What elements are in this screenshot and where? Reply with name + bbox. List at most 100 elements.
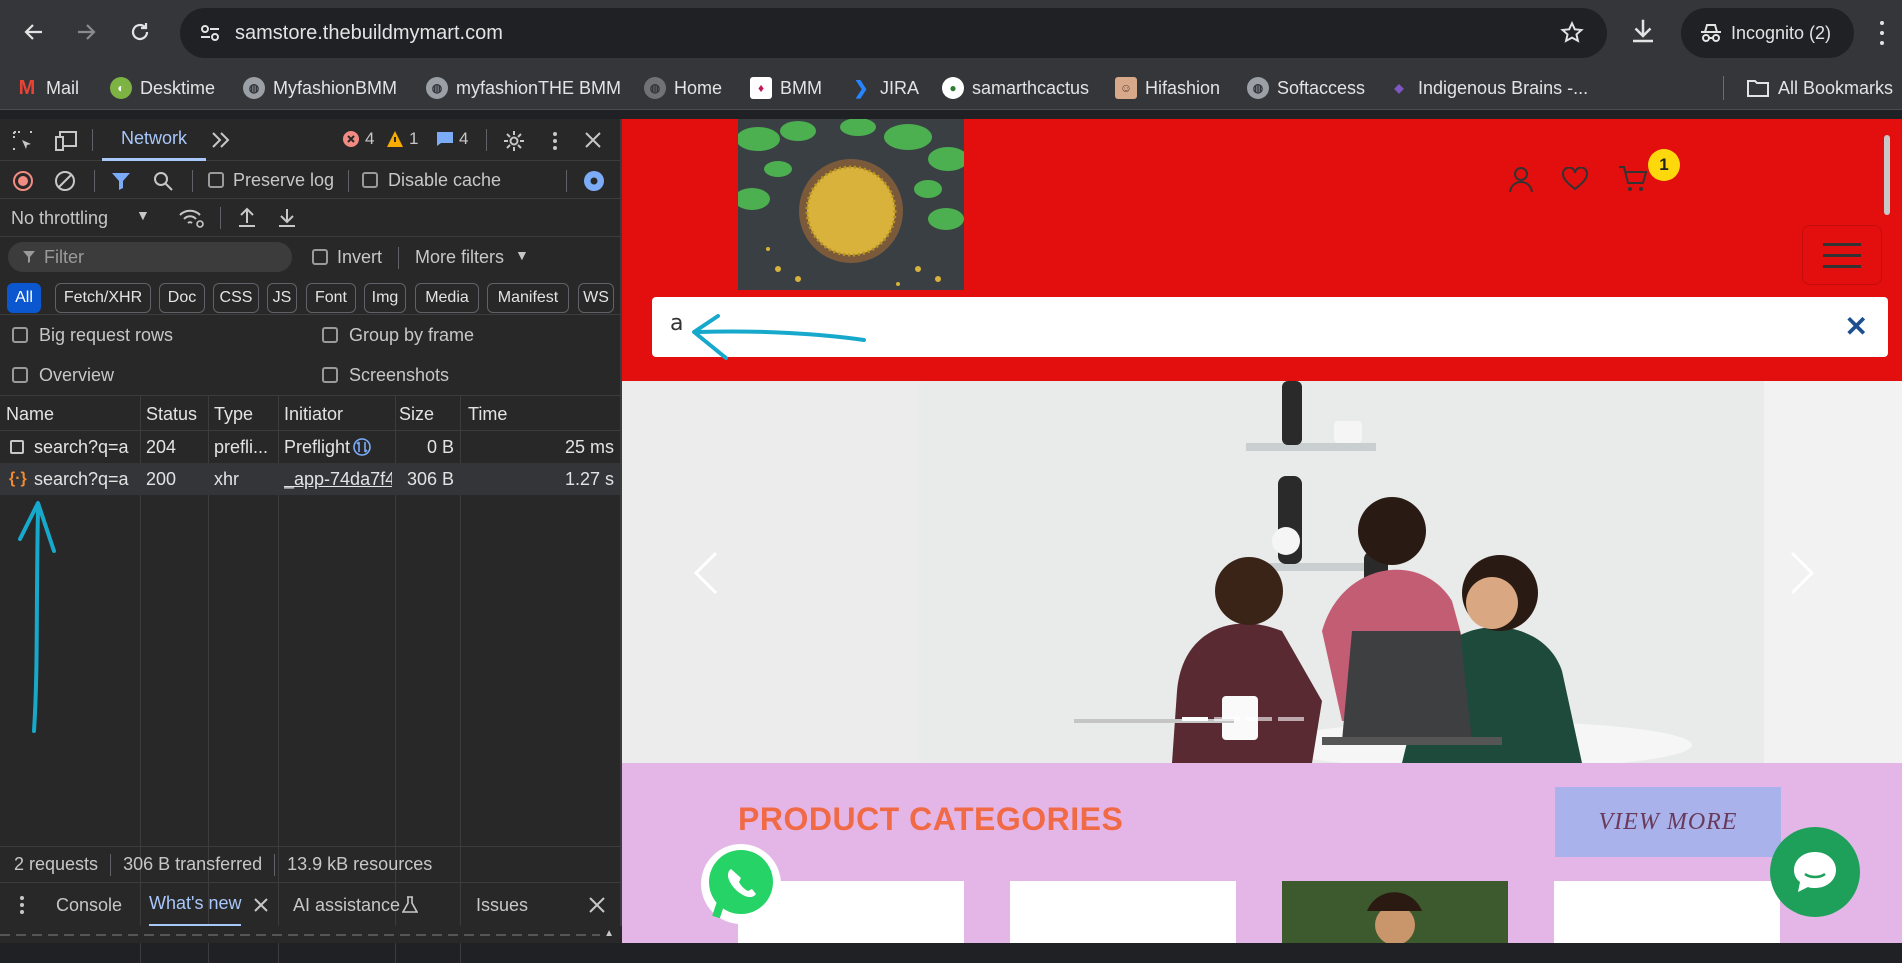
- carousel-dot[interactable]: [1214, 717, 1240, 721]
- whatsapp-float-icon[interactable]: [698, 841, 784, 927]
- clear-search-close-icon[interactable]: ✕: [1845, 310, 1868, 343]
- table-row[interactable]: {·} search?q=a 200 xhr _app-74da7f4 306 …: [0, 463, 620, 495]
- chip-css[interactable]: CSS: [213, 283, 259, 313]
- bookmark-myfashionthebmm[interactable]: ◍ myfashionTHE BMM: [426, 76, 621, 100]
- tab-network[interactable]: Network: [102, 119, 206, 161]
- throttling-select[interactable]: No throttling: [11, 208, 108, 229]
- chip-js[interactable]: JS: [267, 283, 297, 313]
- more-filters-button[interactable]: More filters: [415, 247, 504, 268]
- warnings-badge[interactable]: 1: [386, 129, 418, 149]
- preflight-link-icon[interactable]: [352, 431, 372, 463]
- address-bar[interactable]: samstore.thebuildmymart.com: [180, 8, 1607, 58]
- filter-funnel-icon[interactable]: [110, 170, 132, 192]
- drawer-tab-console[interactable]: Console: [56, 883, 122, 927]
- column-name[interactable]: Name: [0, 396, 54, 432]
- group-by-frame-checkbox[interactable]: [322, 327, 338, 343]
- chip-ws[interactable]: WS: [578, 283, 614, 313]
- export-har-download-icon[interactable]: [276, 207, 298, 229]
- column-initiator[interactable]: Initiator: [278, 396, 343, 432]
- column-status[interactable]: Status: [140, 396, 197, 432]
- screenshots-checkbox[interactable]: [322, 367, 338, 383]
- record-stop-icon[interactable]: [12, 170, 34, 192]
- devtools-menu-button[interactable]: [552, 132, 558, 150]
- preserve-log-checkbox[interactable]: [208, 172, 224, 188]
- request-initiator-link[interactable]: _app-74da7f4: [284, 463, 392, 495]
- chip-manifest[interactable]: Manifest: [487, 283, 569, 313]
- network-conditions-wifi-icon[interactable]: [178, 207, 204, 229]
- filter-input[interactable]: Filter: [8, 242, 292, 272]
- live-chat-button[interactable]: [1770, 827, 1860, 917]
- close-drawer-icon[interactable]: [589, 897, 605, 913]
- drawer-menu-button[interactable]: [20, 896, 25, 914]
- download-icon[interactable]: [1628, 16, 1658, 46]
- column-time[interactable]: Time: [462, 396, 507, 432]
- drawer-tab-whats-new[interactable]: What's new: [149, 883, 242, 927]
- drawer-tab-issues[interactable]: Issues: [476, 883, 528, 927]
- bookmark-desktime[interactable]: ◐ Desktime: [110, 76, 215, 100]
- incognito-button[interactable]: Incognito (2): [1681, 8, 1854, 58]
- browser-menu-button[interactable]: [1876, 18, 1888, 48]
- settings-gear-icon[interactable]: [502, 129, 526, 153]
- chip-media[interactable]: Media: [415, 283, 479, 313]
- overview-checkbox[interactable]: [12, 367, 28, 383]
- chip-img[interactable]: Img: [364, 283, 406, 313]
- carousel-dot[interactable]: [1182, 717, 1208, 721]
- url-text[interactable]: samstore.thebuildmymart.com: [235, 22, 503, 45]
- chip-doc[interactable]: Doc: [159, 283, 205, 313]
- bmm-logo-icon: ♦: [750, 77, 772, 99]
- bookmark-myfashionbmm[interactable]: ◍ MyfashionBMM: [243, 76, 397, 100]
- messages-badge[interactable]: 4: [436, 129, 468, 149]
- bookmark-home[interactable]: ◍ Home: [644, 76, 722, 100]
- category-card[interactable]: [1282, 881, 1508, 943]
- page-scrollbar-thumb[interactable]: [1884, 135, 1890, 215]
- close-tab-icon[interactable]: [254, 898, 268, 912]
- reload-button[interactable]: [122, 14, 158, 50]
- category-card[interactable]: [1554, 881, 1780, 943]
- cart-icon[interactable]: [1618, 165, 1648, 193]
- column-type[interactable]: Type: [208, 396, 253, 432]
- search-icon[interactable]: [152, 170, 174, 192]
- bookmark-bmm[interactable]: ♦ BMM: [750, 76, 822, 100]
- site-search-input[interactable]: [670, 311, 1770, 336]
- bookmark-indigenous-brains[interactable]: ◆ Indigenous Brains -...: [1388, 76, 1588, 100]
- carousel-prev-chevron-icon[interactable]: [694, 551, 718, 595]
- site-logo-image[interactable]: [738, 119, 964, 290]
- user-account-icon[interactable]: [1508, 165, 1534, 193]
- inspect-element-icon[interactable]: [12, 130, 34, 152]
- bookmark-star-icon[interactable]: [1559, 20, 1585, 46]
- errors-badge[interactable]: 4: [342, 129, 374, 149]
- bookmark-mail[interactable]: M Mail: [16, 76, 79, 100]
- column-size[interactable]: Size: [393, 396, 434, 432]
- bookmark-hifashion[interactable]: ☺ Hifashion: [1115, 76, 1220, 100]
- site-info-icon[interactable]: [198, 21, 222, 45]
- clear-icon[interactable]: [54, 170, 76, 192]
- chip-all[interactable]: All: [7, 283, 41, 313]
- all-bookmarks-button[interactable]: All Bookmarks: [1746, 76, 1893, 100]
- table-row[interactable]: search?q=a 204 prefli... Preflight 0 B 2…: [0, 431, 620, 463]
- carousel-dot[interactable]: [1278, 717, 1304, 721]
- chip-fetch-xhr[interactable]: Fetch/XHR: [55, 283, 151, 313]
- drawer-tab-ai-assistance[interactable]: AI assistance: [293, 883, 400, 927]
- category-card[interactable]: [1010, 881, 1236, 943]
- bookmark-jira[interactable]: ❯ JIRA: [850, 76, 919, 100]
- wishlist-heart-icon[interactable]: [1562, 167, 1588, 191]
- more-tabs-chevron-icon[interactable]: [210, 131, 232, 149]
- invert-checkbox[interactable]: [312, 249, 328, 265]
- carousel-next-chevron-icon[interactable]: [1790, 551, 1814, 595]
- big-request-rows-checkbox[interactable]: [12, 327, 28, 343]
- chip-font[interactable]: Font: [306, 283, 356, 313]
- dropdown-caret-icon[interactable]: ▼: [136, 207, 150, 223]
- view-more-button[interactable]: VIEW MORE: [1555, 787, 1781, 857]
- disable-cache-checkbox[interactable]: [362, 172, 378, 188]
- forward-button[interactable]: [68, 14, 104, 50]
- back-button[interactable]: [16, 14, 52, 50]
- bookmark-samarthcactus[interactable]: ● samarthcactus: [942, 76, 1089, 100]
- hamburger-menu-button[interactable]: [1802, 225, 1882, 285]
- network-settings-gear-icon[interactable]: [582, 169, 606, 193]
- close-devtools-icon[interactable]: [584, 131, 602, 149]
- device-toolbar-icon[interactable]: [54, 130, 78, 152]
- more-filters-caret-icon[interactable]: ▼: [515, 247, 529, 263]
- import-har-upload-icon[interactable]: [236, 207, 258, 229]
- carousel-dot[interactable]: [1246, 717, 1272, 721]
- bookmark-softaccess[interactable]: ◍ Softaccess: [1247, 76, 1365, 100]
